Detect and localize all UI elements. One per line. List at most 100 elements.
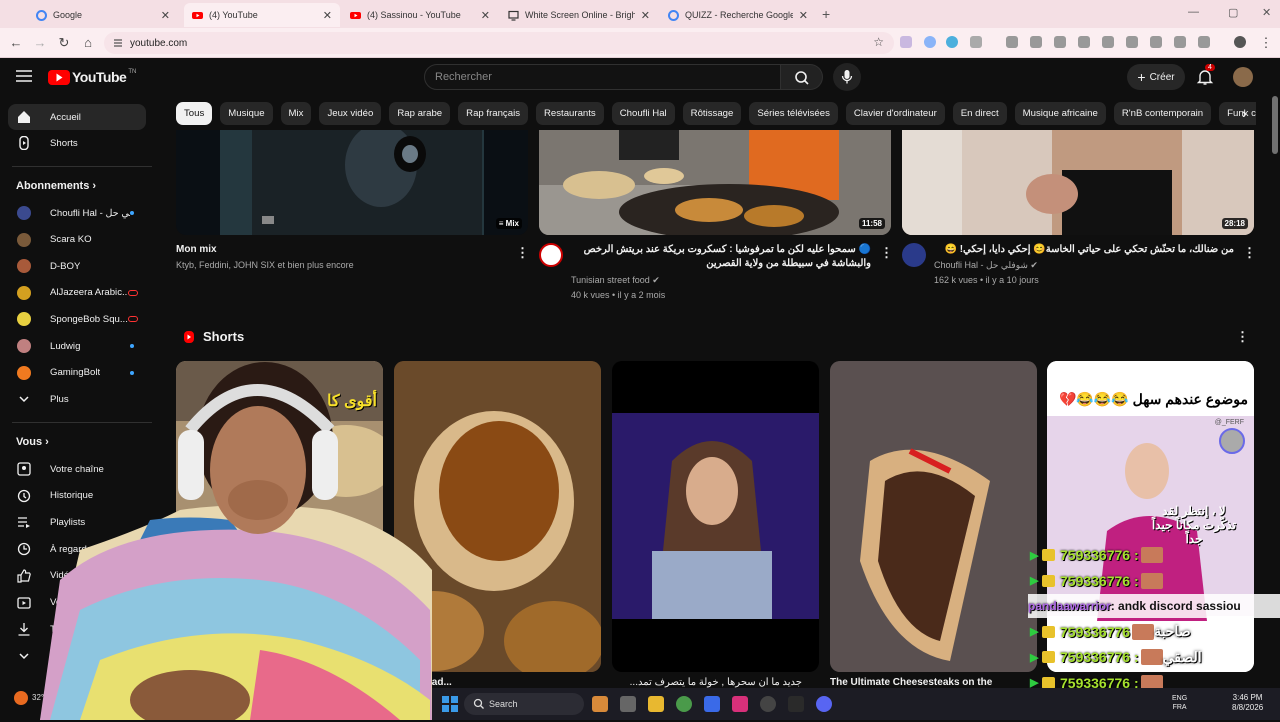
search-input[interactable]: Rechercher — [424, 64, 781, 90]
chip[interactable]: En direct — [952, 102, 1007, 125]
video-title[interactable]: 🔵 سمحوا عليه لكن ما تمرفوشيا : كسكروت بر… — [571, 243, 871, 271]
site-info-icon[interactable] — [112, 37, 124, 49]
taskbar-clock[interactable]: 3:46 PM 8/8/2026 — [1232, 693, 1263, 713]
language-indicator[interactable]: ENG FRA — [1172, 694, 1187, 712]
history-icon[interactable] — [1150, 36, 1162, 48]
video-thumbnail[interactable]: ≡ Mix — [176, 130, 528, 235]
short-thumbnail[interactable] — [612, 361, 819, 672]
page-scrollbar[interactable] — [1272, 96, 1278, 154]
video-title[interactable]: Mon mix — [176, 243, 217, 257]
sidebar-item[interactable]: Shorts — [8, 130, 146, 156]
sidebar-item[interactable]: Ludwig — [8, 333, 146, 359]
hamburger-menu-icon[interactable] — [16, 69, 32, 83]
trash-icon[interactable] — [1174, 36, 1186, 48]
chip[interactable]: Jeux vidéo — [319, 102, 382, 125]
channel-avatar[interactable] — [539, 243, 563, 267]
video-thumbnail[interactable]: 11:58 — [539, 130, 891, 235]
profile-avatar[interactable] — [1234, 36, 1246, 48]
channel-avatar[interactable] — [902, 243, 926, 267]
video-thumbnail[interactable]: 28:18 — [902, 130, 1254, 235]
chip[interactable]: Séries télévisées — [749, 102, 838, 125]
chip[interactable]: Funk ca — [1219, 102, 1256, 125]
store-icon[interactable] — [704, 696, 720, 712]
tab-white-screen[interactable]: White Screen Online - Bright W ✕ — [500, 3, 658, 27]
create-button[interactable]: + Créer — [1127, 64, 1185, 90]
close-icon[interactable]: ✕ — [481, 9, 490, 22]
instagram-icon[interactable] — [732, 696, 748, 712]
extension-icon[interactable] — [900, 36, 912, 48]
subscriptions-heading[interactable]: Abonnements › — [16, 180, 96, 192]
extension-icon[interactable] — [1102, 36, 1114, 48]
sidebar-item[interactable]: D-BOY — [8, 253, 146, 279]
video-title[interactable]: من ضنالك، ما تحنّش تحكي على حياتي الخاسة… — [934, 243, 1235, 257]
close-icon[interactable]: ✕ — [641, 9, 650, 22]
sidebar-item[interactable]: SpongeBob Squ... — [8, 306, 146, 332]
taskbar-app-icon[interactable] — [592, 696, 608, 712]
close-icon[interactable]: ✕ — [323, 9, 332, 22]
youtube-logo[interactable]: YouTube TN — [48, 69, 136, 85]
puzzle-icon[interactable] — [970, 36, 982, 48]
menu-dots-icon[interactable]: ⋮ — [1258, 35, 1274, 51]
chip[interactable]: Musique — [220, 102, 273, 125]
extension-icon[interactable] — [1054, 36, 1066, 48]
reading-list-icon[interactable] — [1126, 36, 1138, 48]
close-icon[interactable]: ✕ — [799, 9, 808, 22]
extension-icon[interactable] — [1006, 36, 1018, 48]
taskbar-app-icon[interactable] — [760, 696, 776, 712]
location-icon[interactable] — [1078, 36, 1090, 48]
more-options-icon[interactable]: ⋮ — [1236, 329, 1249, 345]
short-title[interactable]: جديد ما أن سحرها , خولة ما يتصرف تمد... — [612, 677, 802, 688]
tab-google[interactable]: Google ✕ — [28, 3, 178, 27]
discord-icon[interactable] — [816, 696, 832, 712]
more-options-icon[interactable]: ⋮ — [880, 245, 893, 261]
tab-youtube[interactable]: (4) YouTube ✕ — [184, 3, 340, 27]
notifications-button[interactable]: 4 — [1196, 64, 1215, 86]
extension-icon[interactable] — [1030, 36, 1042, 48]
task-view-icon[interactable] — [620, 696, 636, 712]
chip[interactable]: Rôtissage — [682, 102, 742, 125]
taskbar-search-box[interactable]: Search — [464, 693, 584, 715]
url-field[interactable]: youtube.com ☆ — [104, 32, 894, 54]
back-arrow-icon[interactable]: ← — [8, 35, 24, 51]
windows-start-icon[interactable] — [442, 696, 458, 712]
window-close-button[interactable]: ✕ — [1262, 6, 1271, 19]
reload-icon[interactable]: ↻ — [56, 35, 72, 51]
minimize-button[interactable]: — — [1188, 6, 1199, 18]
account-avatar[interactable] — [1233, 67, 1253, 87]
voice-search-button[interactable] — [833, 63, 861, 91]
close-icon[interactable]: ✕ — [161, 9, 170, 22]
sidebar-item[interactable]: Choufli Hal - شوفلي حل — [8, 200, 146, 226]
split-view-icon[interactable] — [1198, 36, 1210, 48]
chip[interactable]: Tous — [176, 102, 213, 125]
chip[interactable]: R'nB contemporain — [1113, 102, 1212, 125]
chip[interactable]: Rap français — [458, 102, 528, 125]
chip[interactable]: Choufli Hal — [611, 102, 675, 125]
sidebar-item[interactable]: Scara KO — [8, 227, 146, 253]
new-tab-button[interactable]: + — [822, 6, 830, 22]
maximize-button[interactable]: ▢ — [1228, 6, 1238, 19]
bookmark-star-icon[interactable]: ☆ — [873, 35, 884, 49]
forward-arrow-icon[interactable]: → — [32, 35, 48, 51]
channel-name[interactable]: Tunisian street food ✔ — [571, 273, 660, 287]
extension-icon[interactable] — [946, 36, 958, 48]
chip[interactable]: Clavier d'ordinateur — [845, 102, 945, 125]
chrome-icon[interactable] — [676, 696, 692, 712]
tab-quizz[interactable]: QUIZZ - Recherche Google ✕ — [660, 3, 816, 27]
chip[interactable]: Rap arabe — [389, 102, 451, 125]
home-icon[interactable]: ⌂ — [80, 35, 96, 51]
more-options-icon[interactable]: ⋮ — [516, 245, 529, 261]
search-button[interactable] — [781, 64, 823, 90]
more-options-icon[interactable]: ⋮ — [1243, 245, 1256, 261]
channel-name[interactable]: Choufli Hal - شوفلي حل ✔ — [934, 258, 1038, 272]
chip[interactable]: Mix — [280, 102, 312, 125]
chevron-right-icon[interactable]: › — [1242, 105, 1247, 121]
sidebar-item[interactable]: AlJazeera Arabic... — [8, 280, 146, 306]
taskbar-app-icon[interactable] — [788, 696, 804, 712]
short-title[interactable]: The Ultimate Cheesesteaks on the — [830, 677, 1030, 688]
sidebar-item[interactable]: Accueil — [8, 104, 146, 130]
chip[interactable]: Musique africaine — [1014, 102, 1106, 125]
short-thumbnail[interactable] — [830, 361, 1037, 672]
extension-icon[interactable] — [924, 36, 936, 48]
tab-sassinou[interactable]: (4) Sassinou - YouTube ✕ — [342, 3, 498, 27]
file-explorer-icon[interactable] — [648, 696, 664, 712]
